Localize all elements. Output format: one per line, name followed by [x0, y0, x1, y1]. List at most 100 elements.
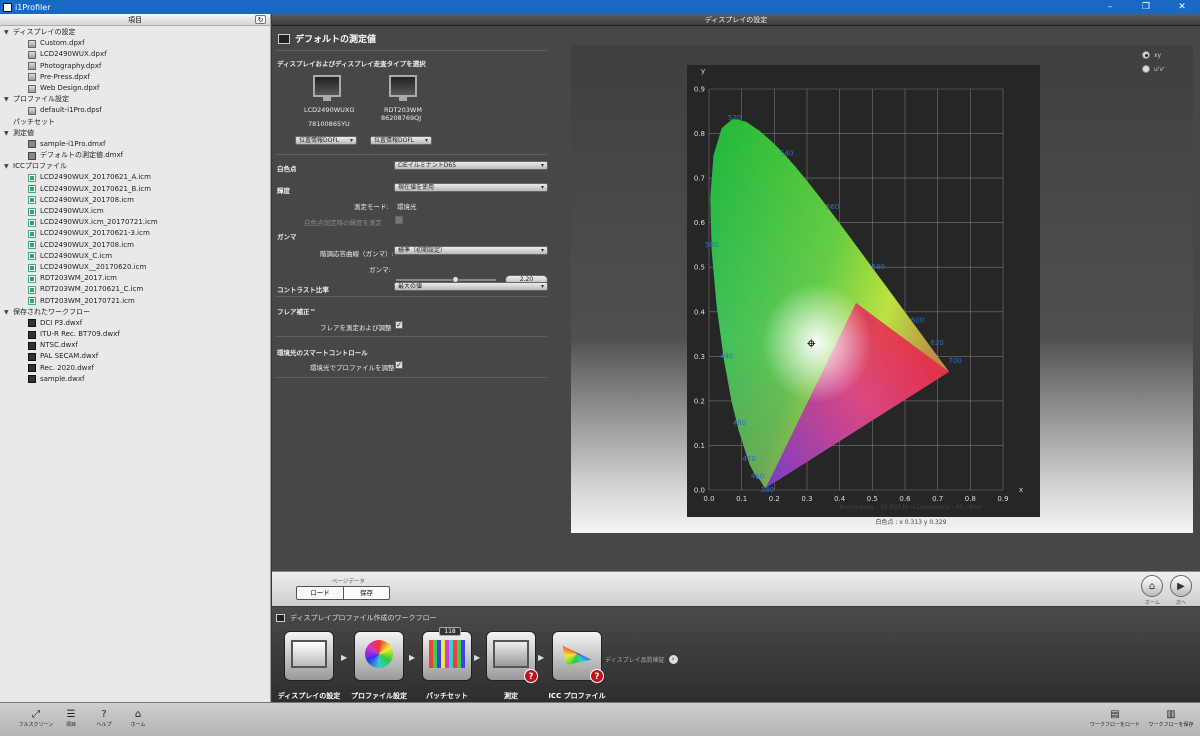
display-1-name: LCD2490WUXG	[304, 106, 355, 114]
smart-ambient-checkbox[interactable]: ✓	[395, 361, 403, 369]
minimize-button[interactable]: –	[1092, 0, 1128, 14]
tree-item[interactable]: LCD2490WUX.dpxf	[0, 49, 270, 60]
y-tick-label: 0.7	[694, 175, 705, 183]
workflow-step-display-settings[interactable]	[284, 631, 334, 681]
tree-item[interactable]: Photography.dpxf	[0, 61, 270, 72]
tree-item[interactable]: LCD2490WUX.icm	[0, 206, 270, 217]
tree-item-label: PAL SECAM.dwxf	[40, 352, 99, 361]
workflow-step-icc-profile[interactable]: ?	[552, 631, 604, 683]
tree-item[interactable]: RDT203WM_20170621_C.icm	[0, 284, 270, 295]
arrow-icon: ▶	[538, 653, 545, 662]
y-tick-label: 0.2	[694, 397, 705, 405]
load-button[interactable]: ロード	[297, 587, 343, 599]
doc-file-icon	[28, 73, 36, 82]
tree-folder[interactable]: ▼ 保存されたワークフロー	[0, 307, 270, 318]
y-tick-label: 0.0	[694, 487, 705, 495]
y-tick-label: 0.8	[694, 130, 705, 138]
chromaticity-diagram: 0.0 0.1 0.2 0.3 0.4 0.5 0.6 0.7 0.8 0.9 0.0 0.1 0.2 0…	[687, 65, 1040, 517]
items-panel-title: 項目	[128, 16, 142, 24]
caret-down-icon[interactable]: ▼	[4, 94, 13, 105]
dim-option-checkbox[interactable]	[395, 216, 403, 224]
fullscreen-button[interactable]: ⤢ フルスクリーン	[16, 708, 56, 728]
flare-option-label: フレアを測定および調整	[320, 324, 392, 332]
save-workflow-button[interactable]: ▥ ワークフローを保存	[1146, 708, 1196, 728]
gamma-slider[interactable]	[396, 276, 496, 283]
wavelength-label: 600	[911, 317, 924, 325]
uv-radio-dot[interactable]	[1142, 65, 1150, 73]
tree-item[interactable]: LCD2490WUX_C.icm	[0, 251, 270, 262]
tree-item[interactable]: LCD2490WUX.icm_20170721.icm	[0, 217, 270, 228]
caret-down-icon[interactable]: ▼	[4, 27, 13, 38]
workflow-step-profile-settings[interactable]	[354, 631, 404, 681]
tree-item[interactable]: sample-i1Pro.dmxf	[0, 139, 270, 150]
tree-item[interactable]: RDT203WM_2017.icm	[0, 273, 270, 284]
wavelength-label: 580	[872, 263, 885, 271]
workflow-step-patch-set[interactable]: 118	[422, 627, 472, 681]
tree-item[interactable]: ITU-R Rec. BT709.dwxf	[0, 329, 270, 340]
workflow-title-text: ディスプレイプロファイル作成のワークフロー	[290, 614, 437, 622]
tree-item[interactable]: PAL SECAM.dwxf	[0, 351, 270, 362]
white-point-dropdown[interactable]: CIEイルミナントD65	[394, 161, 548, 170]
patch-count-badge: 118	[439, 627, 461, 636]
contrast-dropdown[interactable]: 最大の値	[394, 282, 548, 291]
save-workflow-icon: ▥	[1166, 709, 1176, 720]
display-1-serial: 78100865YU	[308, 120, 350, 128]
caret-down-icon[interactable]: ▼	[4, 307, 13, 318]
tree-folder[interactable]: ▼ ディスプレイの設定	[0, 27, 270, 38]
tree-item[interactable]: LCD2490WUX_20170621-3.icm	[0, 228, 270, 239]
tree-item-label: 保存されたワークフロー	[13, 307, 90, 316]
tree-folder[interactable]: ▼ ICCプロファイル	[0, 161, 270, 172]
divider	[275, 377, 547, 378]
tree-item[interactable]: Custom.dpxf	[0, 38, 270, 49]
chromaticity-chart-area: 0.0 0.1 0.2 0.3 0.4 0.5 0.6 0.7 0.8 0.9 0.0 0.1 0.2 0…	[571, 45, 1193, 533]
xy-radio-dot[interactable]	[1142, 51, 1150, 59]
next-icon[interactable]: ▶	[1170, 575, 1192, 597]
maximize-button[interactable]: ❐	[1128, 0, 1164, 14]
tone-curve-dropdown[interactable]: 標準（初期設定）	[394, 246, 548, 255]
tree-item[interactable]: Web Design.dpxf	[0, 83, 270, 94]
tree-item[interactable]: LCD2490WUX__20170620.icm	[0, 262, 270, 273]
tree-item[interactable]: LCD2490WUX_20170621_B.icm	[0, 184, 270, 195]
display-1-type-dropdown[interactable]: 位置情報DOFL	[295, 136, 357, 145]
tree-item[interactable]: sample.dwxf	[0, 374, 270, 385]
tree-item-label: 測定値	[13, 128, 34, 137]
refresh-icon[interactable]: ↻	[255, 15, 266, 24]
tree-folder[interactable]: パッチセット	[0, 117, 270, 128]
home-button[interactable]: ⌂ ホーム	[118, 708, 158, 728]
display-2-type-dropdown[interactable]: 位置情報DOFL	[370, 136, 432, 145]
tree-item[interactable]: Pre-Press.dpxf	[0, 72, 270, 83]
save-button[interactable]: 保存	[343, 587, 389, 599]
caret-down-icon[interactable]: ▼	[4, 161, 13, 172]
tree-item[interactable]: Rec. 2020.dwxf	[0, 363, 270, 374]
tree-folder[interactable]: ▼ 測定値	[0, 128, 270, 139]
tree-item[interactable]: デフォルトの測定値.dmxf	[0, 150, 270, 161]
uv-radio[interactable]: u'v'	[1142, 65, 1165, 73]
quality-check-link[interactable]: ディスプレイ品質検証 ›	[605, 655, 678, 664]
tree-item-label: RDT203WM_20170621_C.icm	[40, 285, 144, 294]
tree-item[interactable]: RDT203WM_20170721.icm	[0, 296, 270, 307]
tree-item[interactable]: DCI P3.dwxf	[0, 318, 270, 329]
tree-item[interactable]: LCD2490WUX_20170621_A.icm	[0, 172, 270, 183]
monitor-icon	[278, 33, 290, 44]
tree-item[interactable]: default-i1Pro.dpsf	[0, 105, 270, 116]
tree-folder[interactable]: ▼ プロファイル設定	[0, 94, 270, 105]
icc-file-icon	[28, 252, 36, 261]
tree-item-label: LCD2490WUX_20170621-3.icm	[40, 229, 150, 238]
flare-checkbox[interactable]: ✓	[395, 321, 403, 329]
display-1-icon[interactable]	[313, 75, 341, 101]
home-icon[interactable]: ⌂	[1141, 575, 1163, 597]
icc-file-icon	[28, 196, 36, 205]
caret-down-icon[interactable]: ▼	[4, 128, 13, 139]
workflow-step-measure[interactable]: ?	[486, 631, 538, 683]
luminance-dropdown[interactable]: 現在値を使用	[394, 183, 548, 192]
tree-item[interactable]: NTSC.dwxf	[0, 340, 270, 351]
tree-item[interactable]: LCD2490WUX_201708.icm	[0, 195, 270, 206]
load-workflow-button[interactable]: ▤ ワークフローをロード	[1090, 708, 1140, 728]
tree-item-label: LCD2490WUX.dpxf	[40, 50, 107, 59]
x-tick-label: 0.0	[703, 495, 714, 503]
close-button[interactable]: ✕	[1164, 0, 1200, 14]
xy-radio[interactable]: xy	[1142, 51, 1161, 59]
tree-item[interactable]: LCD2490WUX_201708.icm	[0, 240, 270, 251]
display-2-icon[interactable]	[389, 75, 417, 101]
wavelength-label: 470	[743, 455, 756, 463]
